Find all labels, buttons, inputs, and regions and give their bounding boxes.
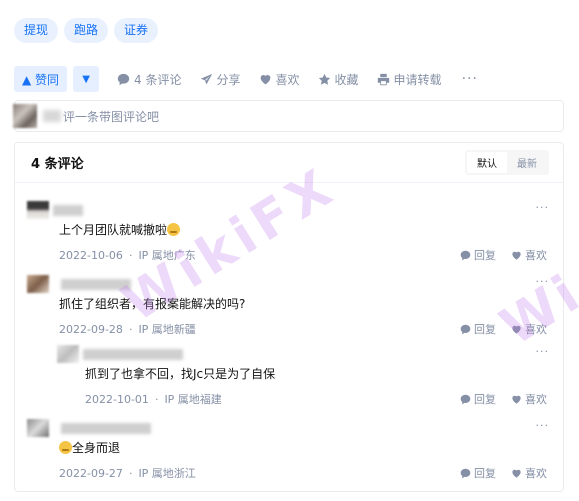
ip-location: 福建 [199,393,222,406]
ip-location: 新疆 [173,323,196,336]
heart-icon [512,395,521,404]
topic-tags: 提现 跑路 证券 [14,18,159,43]
ip-prefix: IP 属地 [138,467,174,480]
tag-item[interactable]: 证券 [114,18,159,43]
avatar [27,275,49,293]
heart-icon [512,325,521,334]
heart-icon [260,74,270,84]
comment-date: 2022-10-01 [85,393,149,406]
reply-bubble-icon [460,394,471,404]
username-blurred [53,205,83,216]
avatar [57,345,79,363]
sort-latest-button[interactable]: 最新 [507,152,547,173]
vote-down-icon: ▼ [82,73,90,85]
comment-item: ··· 抓住了组织者，有报案能解决的吗? 2022-09-28 · IP 属地新疆 … [27,275,550,337]
comment-item: ··· 上个月团队就喊撤啦 2022-10-06 · IP 属地广东 回复 喜欢 [27,201,550,263]
emoji-icon [59,441,72,454]
sort-switch: 默认 最新 [465,150,549,175]
action-bar: ▲ 赞同 ▼ 4 条评论 分享 喜欢 收藏 申请转载 ··· [14,66,478,92]
paper-plane-icon [200,73,212,84]
like-label: 喜欢 [275,72,300,87]
star-icon [318,73,330,85]
comment-date: 2022-10-06 [59,249,123,262]
username-blurred [61,279,131,290]
vote-down-button[interactable]: ▼ [73,66,100,92]
comments-count-title: 4 条评论 [31,157,84,172]
comments-button[interactable]: 4 条评论 [117,71,182,88]
avatar [13,104,37,128]
tag-item[interactable]: 跑路 [64,18,109,43]
reply-button[interactable]: 回复 [460,247,496,263]
comment-like-button[interactable]: 喜欢 [511,247,547,263]
comment-date: 2022-09-27 [59,467,123,480]
emoji-icon [167,223,181,236]
comment-date: 2022-09-28 [59,323,123,336]
comment-reply-item: ··· 抓到了也拿不回，找Jc只是为了自保 2022-10-01 · IP 属地福建… [57,345,550,407]
comments-count: 4 条评论 [134,72,182,87]
comment-meta: 2022-10-01 · IP 属地福建 [85,393,222,406]
comment-meta: 2022-09-27 · IP 属地浙江 [59,467,196,480]
printer-icon [377,73,389,85]
share-label: 分享 [216,72,241,87]
reply-bubble-icon [460,324,471,334]
more-options-icon[interactable]: ··· [462,71,478,87]
comment-item: ··· 全身而退 2022-09-27 · IP 属地浙江 回复 喜欢 [27,419,550,481]
comment-like-button[interactable]: 喜欢 [511,321,547,337]
comment-more-icon[interactable]: ··· [536,345,550,358]
sort-default-button[interactable]: 默认 [467,152,507,173]
comment-like-button[interactable]: 喜欢 [511,391,547,407]
comment-text: 抓到了也拿不回，找Jc只是为了自保 [85,367,276,381]
comment-more-icon[interactable]: ··· [536,419,550,432]
comment-text: 全身而退 [59,439,120,456]
heart-icon [512,251,521,260]
collect-label: 收藏 [334,72,359,87]
avatar [27,419,49,437]
reply-bubble-icon [460,250,471,260]
reply-button[interactable]: 回复 [460,321,496,337]
reprint-label: 申请转载 [393,72,442,87]
ip-location: 浙江 [173,467,196,480]
comment-bubble-icon [117,73,130,85]
avatar [27,201,49,219]
comments-header: 4 条评论 默认 最新 [15,143,563,183]
comments-panel: 4 条评论 默认 最新 ··· 上个月团队就喊撤啦 2022-10-06 · IP … [14,142,564,492]
reply-bubble-icon [460,468,471,478]
comment-text: 上个月团队就喊撤啦 [59,221,181,238]
comment-input-box[interactable]: 评一条带图评论吧 [13,100,564,132]
blurred-area [43,110,61,122]
comment-meta: 2022-10-06 · IP 属地广东 [59,249,196,262]
heart-icon [512,469,521,478]
share-button[interactable]: 分享 [200,71,241,88]
comment-more-icon[interactable]: ··· [536,201,550,214]
comment-like-button[interactable]: 喜欢 [511,465,547,481]
collect-button[interactable]: 收藏 [318,71,359,88]
username-blurred [83,349,183,360]
comment-text: 抓住了组织者，有报案能解决的吗? [59,297,246,311]
comment-more-icon[interactable]: ··· [536,275,550,288]
reply-button[interactable]: 回复 [460,465,496,481]
reprint-button[interactable]: 申请转载 [377,71,442,88]
ip-prefix: IP 属地 [138,323,174,336]
tag-item[interactable]: 提现 [14,18,59,43]
username-blurred [61,423,151,434]
reply-button[interactable]: 回复 [460,391,496,407]
comment-input-placeholder: 评一条带图评论吧 [63,109,160,124]
ip-location: 广东 [173,249,196,262]
ip-prefix: IP 属地 [138,249,174,262]
ip-prefix: IP 属地 [164,393,200,406]
like-button[interactable]: 喜欢 [259,71,300,88]
comment-meta: 2022-09-28 · IP 属地新疆 [59,323,196,336]
vote-up-button[interactable]: ▲ 赞同 [14,66,68,92]
vote-up-label: ▲ 赞同 [22,72,60,87]
